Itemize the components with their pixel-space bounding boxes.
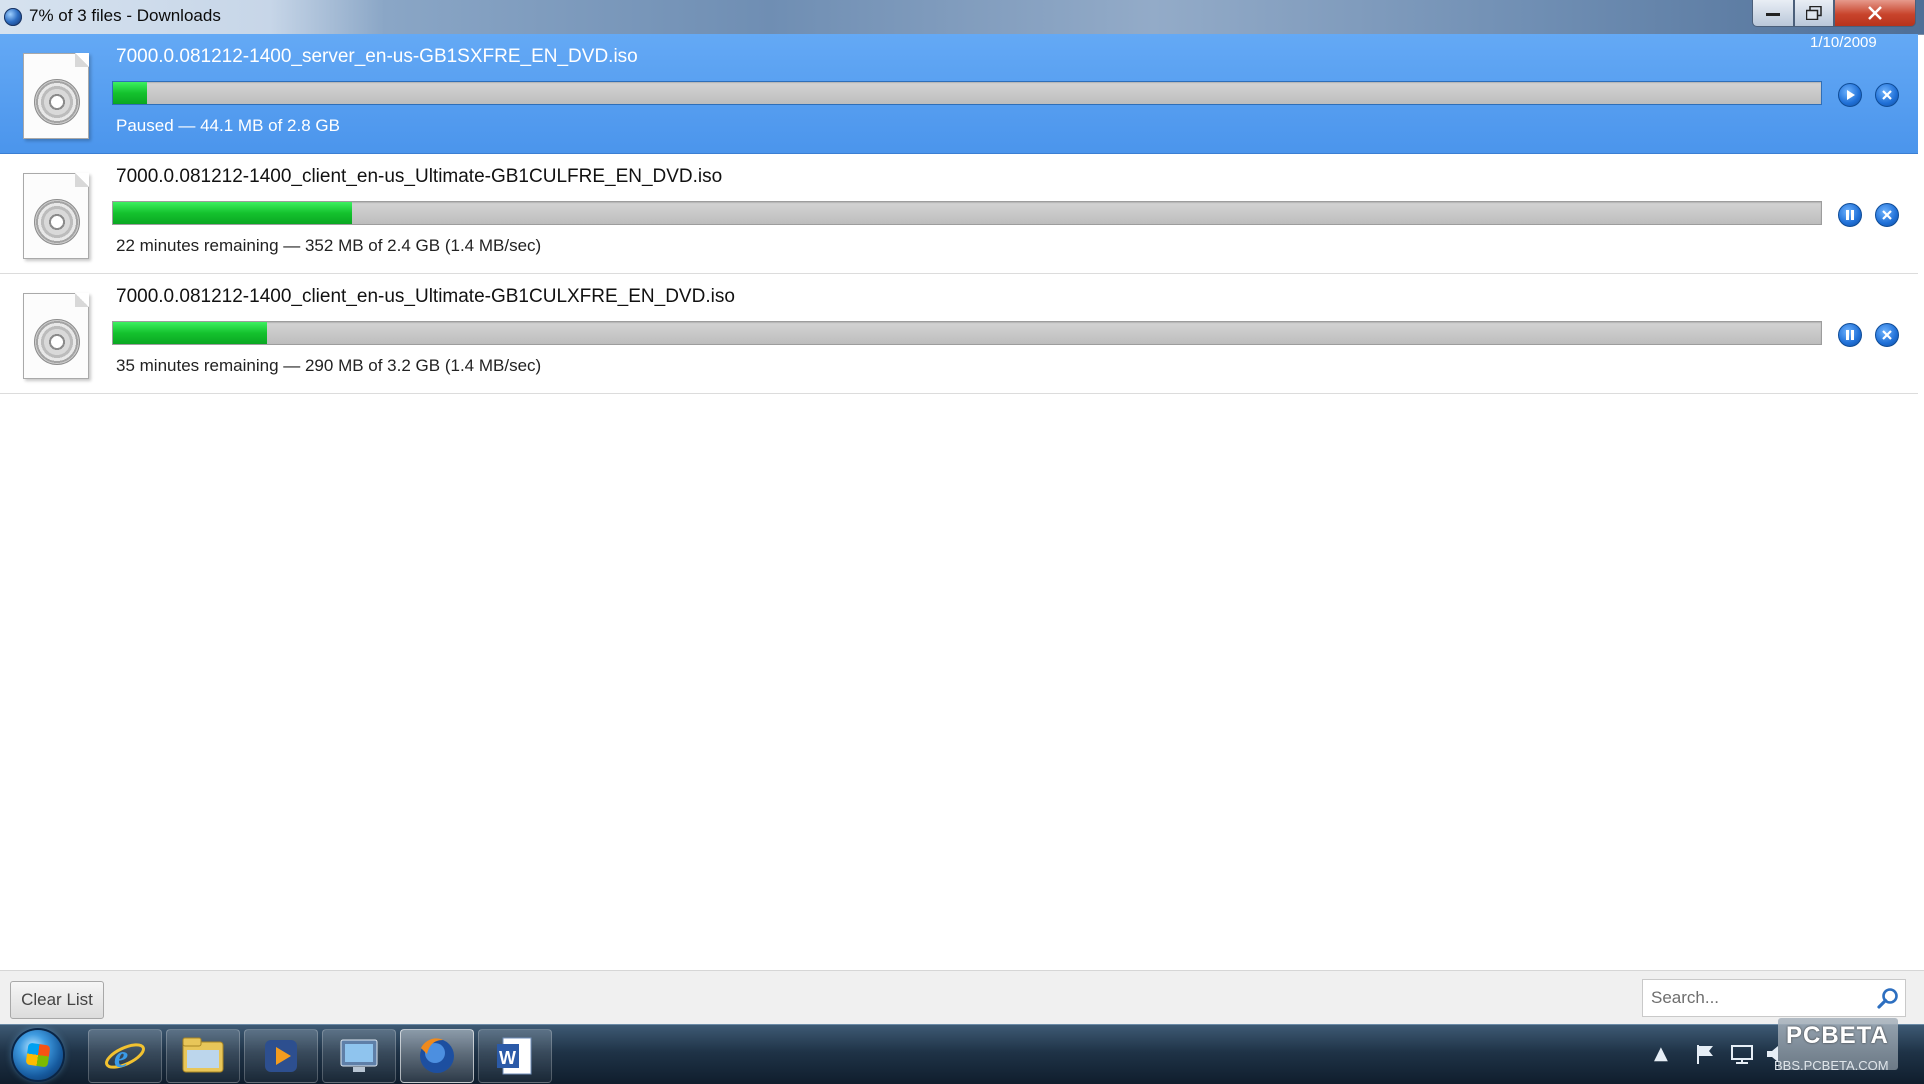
download-filename: 7000.0.081212-1400_client_en-us_Ultimate… — [116, 166, 723, 187]
taskbar: e W ▲ — [0, 1024, 1924, 1084]
disc-image-file-icon — [23, 173, 89, 259]
download-filename: 7000.0.081212-1400_server_en-us-GB1SXFRE… — [116, 46, 638, 67]
cancel-icon — [1882, 330, 1892, 340]
windows-explorer-icon[interactable] — [166, 1029, 240, 1083]
download-status: Paused — 44.1 MB of 2.8 GB — [116, 116, 340, 135]
pause-button[interactable] — [1838, 323, 1862, 347]
remote-desktop-icon[interactable] — [322, 1029, 396, 1083]
disc-image-file-icon — [23, 53, 89, 139]
resume-button[interactable] — [1838, 83, 1862, 107]
download-status: 35 minutes remaining — 290 MB of 3.2 GB … — [116, 356, 542, 375]
play-icon — [1847, 90, 1855, 100]
start-button[interactable] — [13, 1030, 63, 1080]
downloads-window: 7% of 3 files - Downloads 7000.0.081212-… — [0, 0, 1924, 1084]
pause-icon — [1846, 210, 1854, 220]
title-bar[interactable]: 7% of 3 files - Downloads — [0, 0, 1924, 35]
download-progress-bar — [112, 201, 1822, 225]
restore-icon — [1806, 6, 1822, 20]
cancel-button[interactable] — [1875, 203, 1899, 227]
download-progress-bar — [112, 321, 1822, 345]
download-status: 22 minutes remaining — 352 MB of 2.4 GB … — [116, 236, 542, 255]
window-controls — [1752, 0, 1916, 28]
search-icon[interactable] — [1876, 987, 1900, 1011]
download-progress-fill — [113, 202, 353, 224]
media-player-icon[interactable] — [244, 1029, 318, 1083]
pause-icon — [1846, 330, 1854, 340]
watermark-text: PCBETA — [1786, 1022, 1889, 1049]
close-icon — [1868, 6, 1882, 20]
firefox-icon[interactable] — [400, 1029, 474, 1083]
internet-explorer-icon[interactable]: e — [88, 1029, 162, 1083]
svg-text:e: e — [114, 1038, 128, 1074]
download-progress-bar — [112, 81, 1822, 105]
cancel-icon — [1882, 210, 1892, 220]
cancel-button[interactable] — [1875, 323, 1899, 347]
word-icon[interactable]: W — [478, 1029, 552, 1083]
minimize-icon — [1766, 13, 1780, 16]
firefox-icon — [4, 8, 22, 26]
minimize-button[interactable] — [1752, 0, 1794, 27]
download-progress-fill — [113, 82, 148, 104]
search-input[interactable] — [1642, 979, 1906, 1017]
pause-button[interactable] — [1838, 203, 1862, 227]
window-title: 7% of 3 files - Downloads — [29, 6, 221, 25]
bottom-toolbar: Clear List — [0, 970, 1924, 1024]
close-button[interactable] — [1834, 0, 1916, 27]
clear-list-button[interactable]: Clear List — [10, 981, 104, 1019]
show-hidden-icons-icon[interactable]: ▲ — [1654, 1043, 1668, 1064]
watermark-subtext: BBS.PCBETA.COM — [1774, 1058, 1889, 1073]
action-center-flag-icon[interactable] — [1694, 1043, 1716, 1065]
clock-date[interactable]: 1/10/2009 — [1810, 34, 1877, 51]
restore-button[interactable] — [1794, 0, 1834, 27]
download-item[interactable]: 7000.0.081212-1400_client_en-us_Ultimate… — [0, 154, 1918, 274]
download-item[interactable]: 7000.0.081212-1400_client_en-us_Ultimate… — [0, 274, 1918, 394]
svg-text:W: W — [499, 1048, 516, 1068]
download-progress-fill — [113, 322, 267, 344]
download-item[interactable]: 7000.0.081212-1400_server_en-us-GB1SXFRE… — [0, 34, 1918, 154]
network-icon[interactable] — [1730, 1043, 1754, 1065]
download-filename: 7000.0.081212-1400_client_en-us_Ultimate… — [116, 286, 735, 307]
cancel-icon — [1882, 90, 1892, 100]
disc-image-file-icon — [23, 293, 89, 379]
cancel-button[interactable] — [1875, 83, 1899, 107]
download-list: 7000.0.081212-1400_server_en-us-GB1SXFRE… — [0, 34, 1924, 394]
